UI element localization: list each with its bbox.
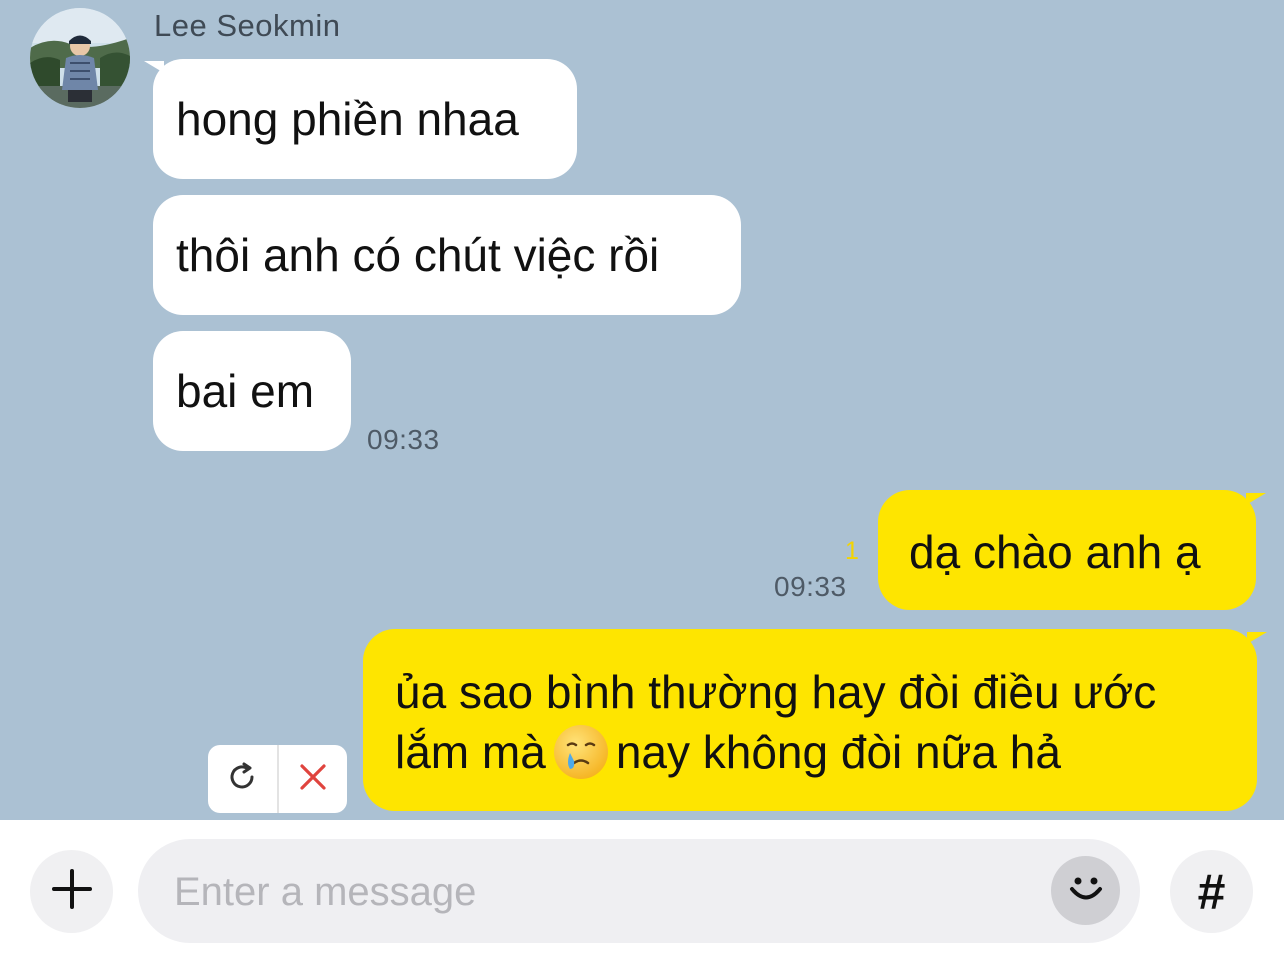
incoming-message[interactable]: bai em [153, 331, 351, 451]
smiley-icon [1064, 866, 1108, 915]
add-attachment-button[interactable] [30, 850, 113, 933]
message-line: ủa sao bình thường hay đòi điều ước [395, 666, 1157, 718]
outgoing-message-failed[interactable]: ủa sao bình thường hay đòi điều ước lắm … [363, 629, 1257, 811]
hashtag-search-button[interactable]: # [1170, 850, 1253, 933]
message-input[interactable] [172, 863, 1036, 921]
retry-icon [225, 760, 259, 799]
chat-area[interactable]: Lee Seokmin hong phiền nhaa thôi anh có … [0, 0, 1284, 820]
message-line: lắm mà nay không đòi nữa hả [395, 722, 1257, 782]
close-icon [298, 762, 328, 797]
delete-failed-message-button[interactable] [279, 745, 348, 813]
face-holding-back-tears-icon [552, 723, 610, 781]
incoming-message[interactable]: thôi anh có chút việc rồi [153, 195, 741, 315]
plus-icon [51, 868, 93, 915]
message-composer: # [0, 820, 1284, 961]
message-text: lắm mà [395, 726, 546, 778]
failed-message-actions [208, 745, 347, 813]
contact-name: Lee Seokmin [154, 8, 341, 43]
incoming-timestamp: 09:33 [367, 424, 440, 455]
outgoing-message[interactable]: dạ chào anh ạ [878, 490, 1256, 610]
contact-avatar[interactable] [30, 8, 130, 108]
incoming-message[interactable]: hong phiền nhaa [153, 59, 577, 179]
outgoing-timestamp: 09:33 [774, 571, 847, 602]
message-text: nay không đòi nữa hả [615, 726, 1061, 778]
message-field[interactable] [138, 839, 1140, 943]
retry-button[interactable] [208, 745, 277, 813]
unread-count: 1 [845, 537, 859, 565]
emoji-button[interactable] [1051, 856, 1120, 925]
